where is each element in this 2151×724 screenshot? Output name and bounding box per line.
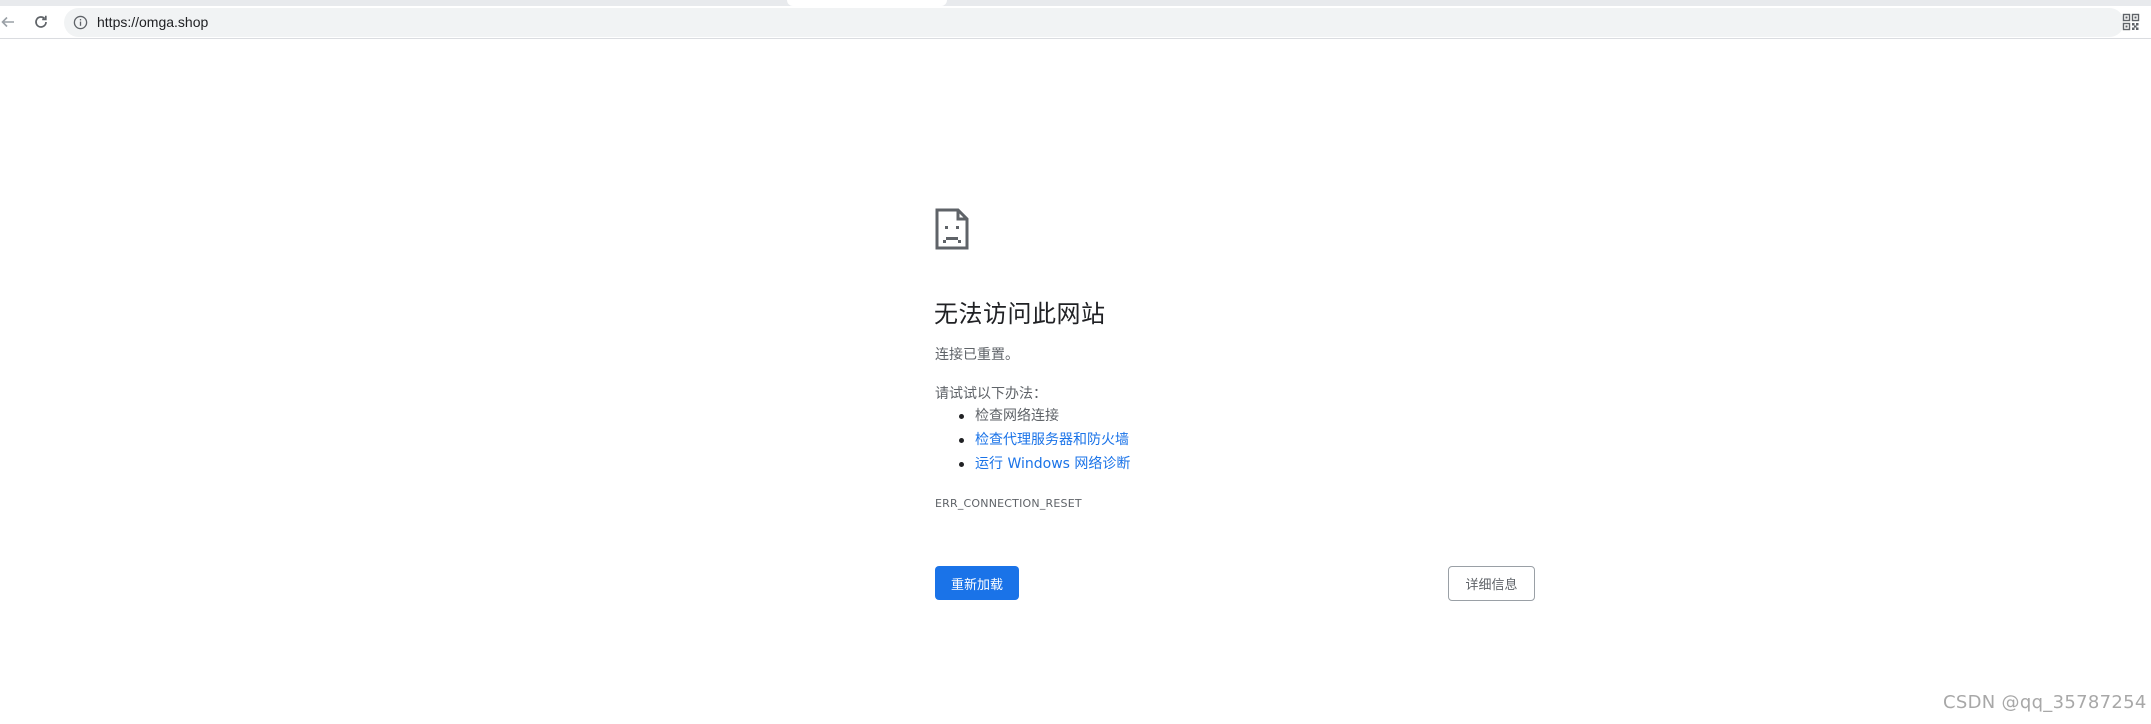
error-summary: 连接已重置。 <box>935 347 1019 363</box>
suggestions-heading: 请试试以下办法： <box>935 386 1047 402</box>
arrow-left-icon <box>1 16 14 28</box>
url-text[interactable]: https://omga.shop <box>97 14 208 30</box>
address-bar[interactable]: https://omga.shop <box>64 8 2124 37</box>
suggestion-run-diagnostics-link[interactable]: 运行 Windows 网络诊断 <box>975 456 1130 472</box>
suggestion-check-proxy-link[interactable]: 检查代理服务器和防火墙 <box>975 432 1129 448</box>
browser-toolbar: https://omga.shop <box>0 6 2151 39</box>
reload-page-button[interactable] <box>29 10 53 34</box>
reload-icon <box>35 15 47 28</box>
sad-page-icon <box>935 208 969 250</box>
page-title: 无法访问此网站 <box>934 300 1106 328</box>
qr-code-icon <box>2122 13 2140 31</box>
list-item: 检查网络连接 <box>935 404 1130 428</box>
qr-code-button[interactable] <box>2122 13 2142 33</box>
list-item: 检查代理服务器和防火墙 <box>935 428 1130 452</box>
watermark: CSDN @qq_35787254 <box>1943 692 2147 713</box>
list-item: 运行 Windows 网络诊断 <box>935 452 1130 476</box>
suggestions-list: 检查网络连接 检查代理服务器和防火墙 运行 Windows 网络诊断 <box>935 404 1130 476</box>
details-button[interactable]: 详细信息 <box>1448 566 1535 601</box>
error-code: ERR_CONNECTION_RESET <box>935 497 1082 510</box>
reload-button[interactable]: 重新加载 <box>935 566 1019 600</box>
back-button[interactable] <box>0 10 20 34</box>
info-icon[interactable] <box>73 15 88 30</box>
suggestion-check-network: 检查网络连接 <box>975 408 1059 424</box>
